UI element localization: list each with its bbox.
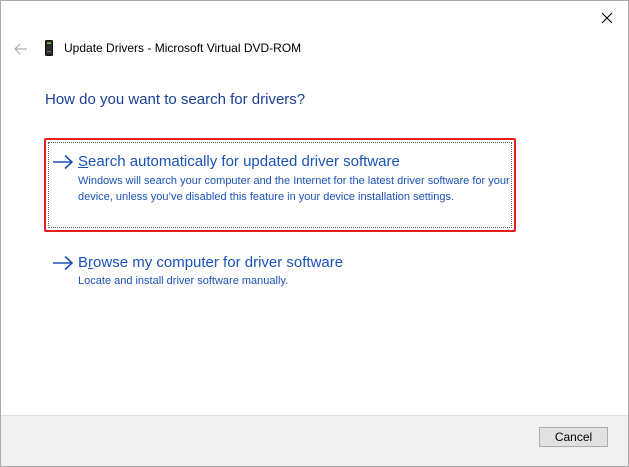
title-text: owse my computer for driver software — [93, 254, 344, 271]
browse-computer-description: Locate and install driver software manua… — [78, 275, 289, 287]
browse-computer-option[interactable]: Browse my computer for driver software L… — [44, 251, 516, 295]
wizard-footer: Cancel — [1, 415, 628, 466]
search-automatically-option[interactable]: Search automatically for updated driver … — [44, 138, 516, 232]
search-automatically-title: Search automatically for updated driver … — [78, 153, 400, 170]
title-text: earch automatically for updated driver s… — [88, 153, 400, 170]
update-drivers-window: Update Drivers - Microsoft Virtual DVD-R… — [0, 0, 629, 467]
right-arrow-icon — [53, 154, 74, 170]
wizard-title: Update Drivers - Microsoft Virtual DVD-R… — [64, 41, 302, 55]
browse-computer-title: Browse my computer for driver software — [78, 254, 343, 271]
title-text-start: B — [78, 254, 89, 271]
right-arrow-icon — [53, 255, 74, 271]
page-heading: How do you want to search for drivers? — [45, 91, 306, 108]
access-key: S — [78, 153, 89, 170]
wizard-header: Update Drivers - Microsoft Virtual DVD-R… — [1, 37, 628, 61]
dvd-drive-icon — [45, 40, 53, 56]
cancel-button[interactable]: Cancel — [539, 427, 608, 447]
close-button[interactable] — [596, 7, 618, 29]
back-arrow-icon — [14, 43, 27, 55]
search-automatically-description: Windows will search your computer and th… — [78, 175, 510, 203]
close-icon — [601, 12, 613, 24]
back-button[interactable] — [12, 40, 30, 58]
